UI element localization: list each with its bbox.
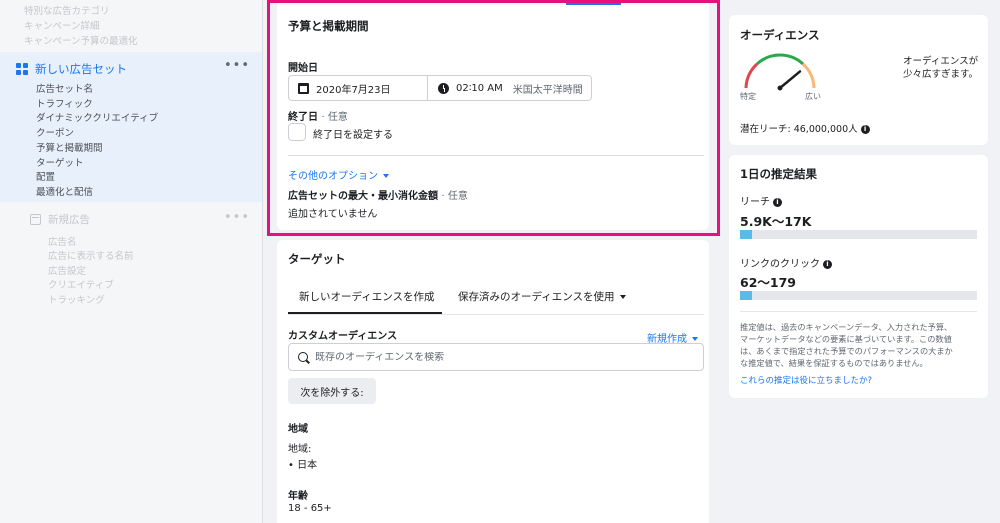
- optional-tag: · 任意: [441, 191, 468, 202]
- sidebar-item-traffic[interactable]: トラフィック: [36, 96, 93, 110]
- gauge-right-label: 広い: [805, 92, 821, 101]
- gauge-segment-broad: [801, 62, 816, 89]
- sidebar-item-campaign-details[interactable]: キャンペーン詳細: [24, 18, 100, 32]
- end-date-label: 終了日 · 任意: [288, 108, 348, 123]
- gauge-pivot: [777, 85, 783, 91]
- estimate-note-line1: 推定値は、過去のキャンペーンデータ、入力された予算、: [740, 322, 953, 332]
- age-value: 18 - 65+: [288, 503, 332, 514]
- estimate-note-line3: は、あくまで指定された予算でのパフォーマンスの大まか: [740, 346, 953, 356]
- audience-search-box: [288, 343, 704, 371]
- info-icon[interactable]: i: [773, 197, 782, 207]
- tab-saved-audience[interactable]: 保存済みのオーディエンスを使用: [458, 289, 626, 304]
- start-date-value: 2020年7月23日: [316, 84, 391, 96]
- reach-value: 5.9K〜17K: [740, 214, 812, 229]
- budget-title: 予算と掲載期間: [288, 19, 369, 33]
- end-date-label-text: 終了日: [288, 112, 318, 123]
- clicks-bar-track: [740, 291, 977, 300]
- reach-bar-fill: [740, 230, 752, 239]
- gauge-segment-specific: [744, 62, 759, 89]
- end-date-checkbox-label: 終了日を設定する: [313, 130, 393, 141]
- more-options-icon[interactable]: •••: [224, 58, 250, 73]
- tab-baseline: [288, 314, 704, 315]
- sidebar-ad-header[interactable]: 新規広告: [30, 212, 90, 227]
- start-date-label: 開始日: [288, 63, 318, 74]
- audience-description-line1: オーディエンスが: [903, 56, 979, 67]
- clicks-label-text: リンクのクリック: [740, 259, 820, 270]
- sidebar-ad-title: 新規広告: [48, 214, 90, 226]
- spend-limit-label-text: 広告セットの最大・最小消化金額: [288, 191, 438, 202]
- reach-bar-track: [740, 230, 977, 239]
- audience-search-input[interactable]: [315, 351, 675, 363]
- sidebar-adset-header[interactable]: 新しい広告セット: [16, 61, 127, 77]
- reach-label-text: リーチ: [740, 197, 770, 208]
- audience-title: オーディエンス: [740, 28, 820, 42]
- sidebar-item-target[interactable]: ターゲット: [36, 155, 84, 169]
- sidebar-item-creative[interactable]: クリエイティブ: [48, 277, 114, 291]
- age-title: 年齢: [288, 491, 308, 502]
- potential-reach-text: 潜在リーチ: 46,000,000人: [740, 124, 858, 135]
- search-icon: [298, 352, 308, 362]
- active-tab-indicator: [288, 312, 442, 314]
- estimate-title: 1日の推定結果: [740, 167, 818, 181]
- clicks-value: 62〜179: [740, 275, 796, 290]
- estimate-note-line4: な推定値で、結果を保証するものではありません。: [740, 358, 928, 368]
- sidebar-item-budget-optimization[interactable]: キャンペーン予算の最適化: [24, 33, 138, 47]
- sidebar-adset-title: 新しい広告セット: [35, 62, 127, 76]
- sidebar-item-coupon[interactable]: クーポン: [36, 125, 74, 139]
- custom-audience-label: カスタムオーディエンス: [288, 331, 398, 342]
- sidebar-item-ad-settings[interactable]: 広告設定: [48, 263, 86, 277]
- calendar-icon: [298, 82, 309, 94]
- spend-limit-value: 追加されていません: [288, 209, 378, 220]
- sidebar-item-tracking[interactable]: トラッキング: [48, 292, 105, 306]
- clicks-label: リンクのクリック i: [740, 255, 832, 270]
- other-options-link[interactable]: その他のオプション: [288, 167, 389, 182]
- estimate-note-line2: マーケットデータなどの要素に基づいています。この数値: [740, 334, 952, 344]
- start-time-input[interactable]: 02∶10 AM 米国太平洋時間: [428, 76, 591, 100]
- sidebar-item-budget-schedule[interactable]: 予算と掲載期間: [36, 140, 103, 154]
- document-icon: [30, 214, 41, 225]
- sidebar-item-placement[interactable]: 配置: [36, 169, 55, 183]
- audience-description-line2: 少々広すぎます。: [903, 69, 979, 80]
- sidebar-item-optimization[interactable]: 最適化と配信: [36, 184, 93, 198]
- region-value: • 日本: [288, 460, 318, 471]
- sidebar-item-adset-name[interactable]: 広告セット名: [36, 81, 93, 95]
- region-label: 地域:: [288, 444, 312, 455]
- tab-new-audience[interactable]: 新しいオーディエンスを作成: [299, 289, 435, 304]
- reach-label: リーチ i: [740, 193, 782, 208]
- start-datetime-field: 2020年7月23日 02∶10 AM 米国太平洋時間: [288, 75, 592, 101]
- start-date-input[interactable]: 2020年7月23日: [289, 76, 428, 100]
- clock-icon: [438, 82, 449, 94]
- target-title: ターゲット: [288, 252, 346, 266]
- more-options-icon[interactable]: •••: [224, 210, 250, 225]
- gauge-needle: [778, 70, 802, 90]
- sidebar-item-dynamic-creative[interactable]: ダイナミッククリエイティブ: [36, 110, 158, 124]
- spend-limit-label: 広告セットの最大・最小消化金額 · 任意: [288, 187, 468, 202]
- sidebar-item-ad-name[interactable]: 広告名: [48, 234, 77, 248]
- sidebar-item-special-category[interactable]: 特別な広告カテゴリ: [24, 3, 110, 17]
- scroll-indicator: [566, 0, 621, 5]
- estimate-feedback-link[interactable]: これらの推定は役に立ちましたか?: [740, 374, 872, 386]
- estimate-divider: [740, 311, 977, 312]
- clicks-bar-fill: [740, 291, 752, 300]
- info-icon[interactable]: i: [860, 125, 870, 134]
- potential-reach: 潜在リーチ: 46,000,000人 i: [740, 121, 870, 135]
- exclude-button[interactable]: 次を除外する:: [288, 378, 376, 404]
- section-divider: [288, 155, 704, 156]
- gauge-left-label: 特定: [740, 92, 756, 101]
- end-date-checkbox[interactable]: [288, 123, 306, 141]
- info-icon[interactable]: i: [823, 259, 832, 269]
- optional-tag: · 任意: [321, 112, 348, 123]
- audience-gauge: [744, 53, 816, 91]
- region-title: 地域: [288, 424, 308, 435]
- gauge-segment-defined: [755, 53, 805, 66]
- grid-icon: [16, 63, 28, 75]
- sidebar-item-display-name[interactable]: 広告に表示する名前: [48, 248, 134, 262]
- start-time-value: 02∶10 AM: [456, 82, 503, 94]
- timezone-label: 米国太平洋時間: [512, 84, 583, 96]
- sidebar: 特別な広告カテゴリ キャンペーン詳細 キャンペーン予算の最適化 新しい広告セット…: [0, 0, 263, 523]
